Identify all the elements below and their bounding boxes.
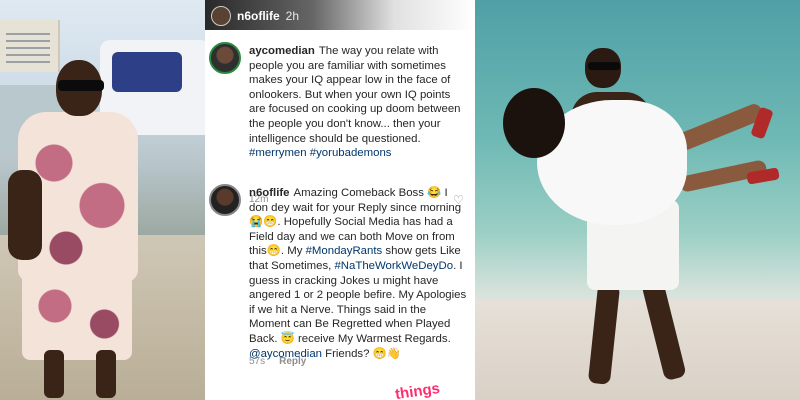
beach-sand [475,300,800,400]
post-time: 2h [285,9,300,23]
comment-body: Friends? 😁👋 [321,347,401,360]
left-photo [0,0,205,400]
hashtag-link[interactable]: #MondayRants [306,245,383,257]
sunglasses [58,80,104,91]
leg [96,350,116,398]
comment-meta: 57s Reply [249,356,306,367]
leg [674,101,766,153]
avatar[interactable] [211,6,231,26]
reply-button[interactable]: Reply [279,356,306,367]
comment-text: n6oflife Amazing Comeback Boss 😂 I don de… [249,186,467,361]
hair [503,88,565,158]
floral-shorts [22,270,132,360]
avatar[interactable] [209,184,241,216]
hashtag-link[interactable]: #yorubademons [310,147,392,159]
heart-outline-icon[interactable]: ♡ [453,194,465,206]
comment-username[interactable]: aycomedian [249,45,315,57]
man-in-floral-outfit [8,60,138,400]
arm [8,170,42,260]
hashtag-link[interactable]: #NaTheWorkWeDeyDo [334,260,453,272]
sticker-text: things [394,379,441,400]
comment-body: . I guess in cracking Jokes u might have… [249,259,467,345]
comment-body: The way you relate with people you are f… [249,45,461,145]
right-photo [475,0,800,400]
comment-text: aycomedian The way you relate with people… [249,44,467,161]
comment-time: 57s [249,356,266,367]
comment-username[interactable]: n6oflife [249,187,290,199]
avatar[interactable] [209,42,241,74]
post-header: n6oflife 2h [211,6,299,26]
leg [44,350,64,398]
hashtag-link[interactable]: #merrymen [249,147,307,159]
instagram-comments-panel: n6oflife 2h aycomedian The way you relate… [205,0,475,400]
sunglasses [588,62,620,70]
post-username[interactable]: n6oflife [237,9,280,23]
